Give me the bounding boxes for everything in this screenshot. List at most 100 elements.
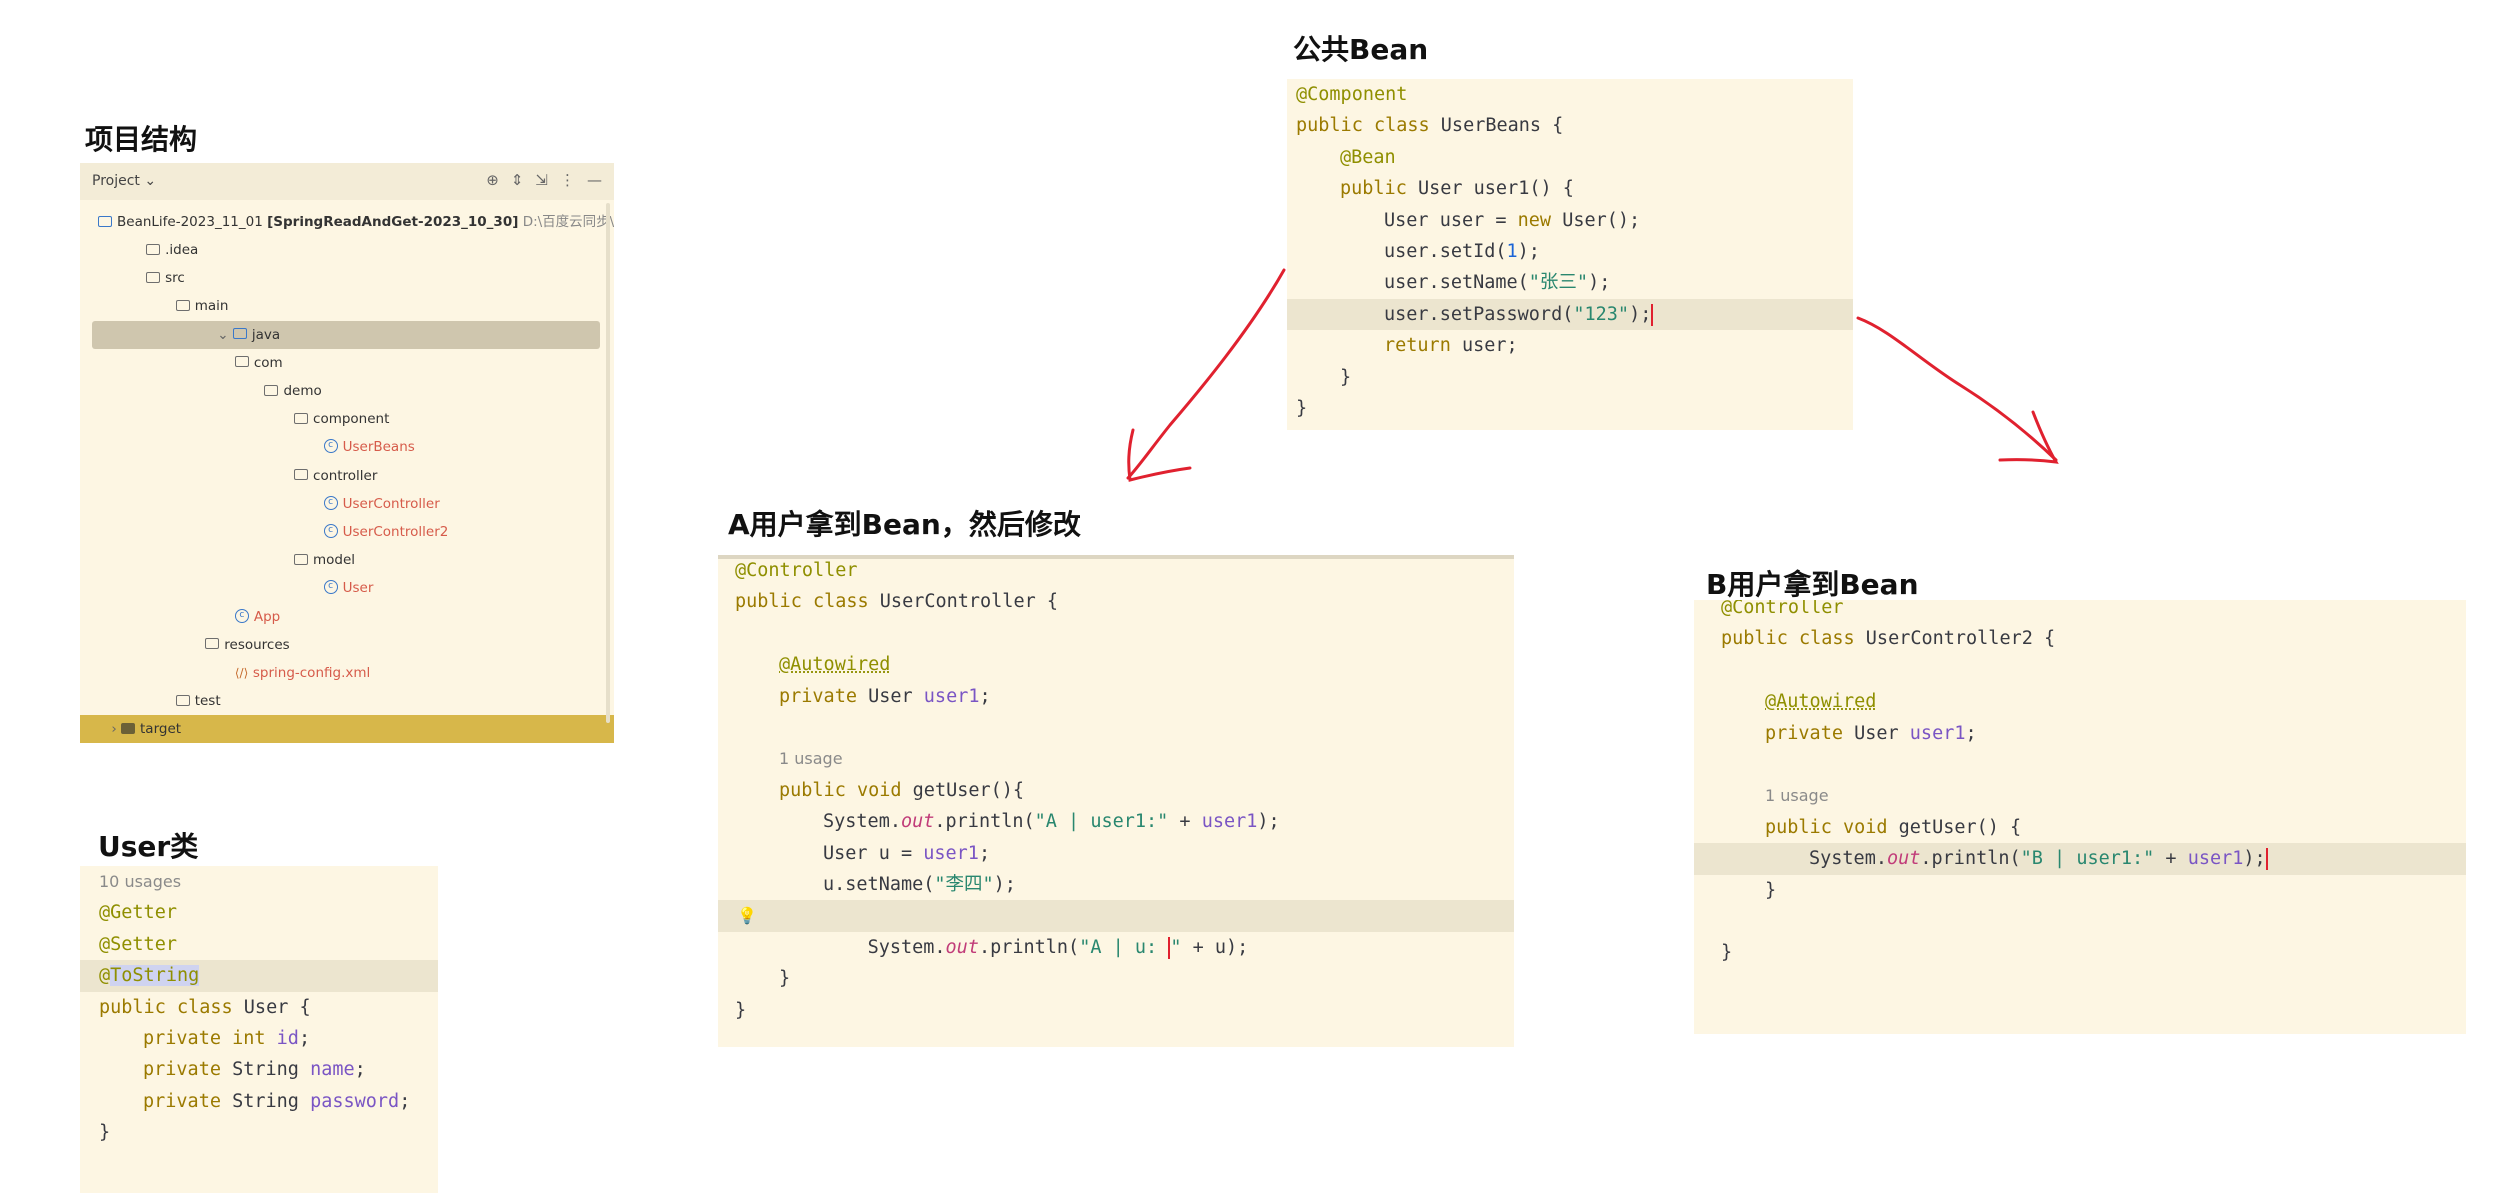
code-text: ); — [1588, 272, 1611, 294]
controller-annotation: @Controller — [735, 560, 858, 581]
lightbulb-icon[interactable]: 💡 — [737, 900, 757, 931]
tree-item[interactable]: c UserController2 — [80, 518, 614, 546]
expand-all-icon[interactable]: ⇕ — [511, 171, 524, 189]
field-modifier: private — [143, 1059, 221, 1081]
code-text: ); — [993, 874, 1016, 895]
closing-brace: } — [99, 1122, 111, 1144]
code-text: ); — [1517, 241, 1540, 262]
tree-item[interactable]: controller — [80, 462, 614, 490]
user-beans-code: @Component public class UserBeans { @Bea… — [1287, 79, 1853, 430]
tree-item-label: target — [140, 721, 182, 738]
field-user1: user1 — [923, 685, 980, 707]
string-literal: "李四" — [934, 874, 994, 895]
tree-root-path: D:\百度云同步\BaiduSy — [522, 214, 614, 230]
tree-item[interactable]: ⌄ java — [92, 320, 600, 349]
chevron-right-icon[interactable]: › — [111, 721, 121, 737]
heading-shared-bean: 公共Bean — [1293, 33, 1429, 66]
tree-item-label: spring-config.xml — [252, 665, 371, 681]
method-signature: getUser() { — [1887, 816, 2022, 838]
options-icon[interactable]: ⋮ — [560, 171, 575, 189]
semicolon: ; — [399, 1090, 411, 1112]
field-modifier: private — [143, 1090, 221, 1112]
tree-item[interactable]: ⟨/⟩ spring-config.xml — [80, 659, 614, 687]
tree-item[interactable]: test — [80, 687, 614, 715]
class-icon: c — [323, 439, 338, 454]
tree-root-module: [SpringReadAndGet-2023_10_30] — [267, 214, 519, 230]
field-type: User — [856, 685, 924, 707]
code-text: u.setName( — [823, 874, 935, 895]
method-signature: getUser(){ — [901, 779, 1025, 801]
tree-item[interactable]: demo — [80, 377, 614, 405]
usage-hint[interactable]: 1 usage — [1765, 786, 1829, 805]
highlighted-line: 💡 System.out.println("A | u: " + u); — [718, 900, 1514, 959]
bean-annotation: @Bean — [1340, 146, 1396, 168]
string-literal: "A | u: — [1079, 936, 1169, 958]
semicolon: ; — [298, 1028, 311, 1049]
tree-item[interactable]: c App — [80, 603, 614, 631]
tree-item[interactable]: c User — [80, 574, 614, 602]
class-declaration: UserController2 { — [1854, 628, 2056, 650]
tree-item[interactable]: src — [80, 264, 614, 292]
xml-file-icon: ⟨/⟩ — [234, 666, 249, 680]
tree-item[interactable]: resources — [80, 631, 614, 659]
autowired-annotation: @Autowired — [1765, 691, 1877, 713]
closing-brace: } — [779, 968, 791, 990]
tree-item[interactable]: › target — [80, 715, 614, 743]
tree-item-label: User — [342, 580, 374, 597]
tree-item-label: demo — [283, 383, 322, 399]
tree-item-label: java — [251, 326, 281, 343]
field-id: id — [276, 1028, 299, 1049]
closing-brace: } — [1296, 398, 1308, 419]
tree-item-root[interactable]: BeanLife-2023_11_01 [SpringReadAndGet-20… — [80, 208, 614, 236]
locate-icon[interactable]: ⊕ — [486, 171, 499, 189]
field-modifier: private — [779, 685, 857, 707]
tree-item-label: com — [253, 354, 283, 371]
arrow-to-user-b — [1856, 316, 2058, 462]
project-tree-panel: Project ⌄ ⊕ ⇕ ⇲ ⋮ — BeanLife-2023_11_01 … — [80, 163, 614, 743]
class-declaration: UserController { — [868, 591, 1059, 613]
project-toolbar: ⊕ ⇕ ⇲ ⋮ — — [486, 171, 602, 189]
usages-hint[interactable]: 10 usages — [99, 872, 181, 891]
tree-item[interactable]: model — [80, 546, 614, 574]
tree-item-label: main — [194, 298, 229, 315]
folder-icon — [146, 271, 161, 283]
collapse-all-icon[interactable]: ⇲ — [535, 171, 548, 189]
static-field-out: out — [1886, 848, 1921, 870]
usage-hint[interactable]: 1 usage — [779, 749, 843, 768]
field-reference: user1 — [923, 842, 979, 864]
semicolon: ; — [354, 1059, 366, 1081]
code-text: User(); — [1551, 209, 1641, 231]
method-modifier: public void — [779, 779, 902, 801]
component-annotation: @Component — [1296, 84, 1408, 105]
controller-annotation: @Controller — [1721, 600, 1844, 618]
tree-item[interactable]: .idea — [80, 236, 614, 264]
hide-icon[interactable]: — — [587, 171, 602, 189]
class-keyword: public class — [1721, 628, 1855, 650]
user-controller-a-code: @Controller public class UserController … — [718, 555, 1514, 1047]
text-caret — [1651, 303, 1654, 326]
field-modifier: private — [143, 1028, 221, 1049]
highlighted-line: @ToString — [80, 960, 438, 992]
tree-item[interactable]: c UserBeans — [80, 433, 614, 461]
project-view-selector[interactable]: Project ⌄ — [92, 173, 156, 189]
string-literal: "A | user1:" — [1034, 811, 1169, 833]
tree-scrollbar[interactable] — [606, 203, 610, 723]
class-keyword: public class — [735, 591, 869, 613]
class-icon: c — [234, 608, 249, 623]
class-icon: c — [323, 495, 338, 510]
tree-item[interactable]: com — [80, 349, 614, 377]
tree-item-label: test — [194, 693, 221, 710]
field-type: int — [232, 1028, 266, 1049]
autowired-annotation: @Autowired — [779, 654, 891, 676]
code-text: .println( — [978, 936, 1080, 958]
chevron-down-icon[interactable]: ⌄ — [217, 327, 233, 343]
tree-item[interactable]: c UserController — [80, 490, 614, 518]
package-icon — [294, 412, 309, 424]
tree-item[interactable]: component — [80, 405, 614, 433]
class-keyword: public class — [1296, 115, 1430, 137]
code-text: ); — [2243, 848, 2266, 870]
closing-brace: } — [735, 999, 747, 1021]
code-text: System. — [867, 936, 946, 958]
tree-item[interactable]: main — [80, 292, 614, 320]
tree-item-label: .idea — [165, 242, 199, 258]
